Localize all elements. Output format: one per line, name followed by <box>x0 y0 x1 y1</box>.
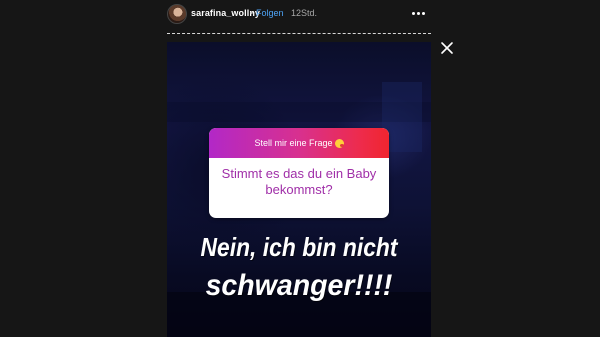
question-sticker[interactable]: Stell mir eine Frage Stimmt es das du ei… <box>209 128 389 218</box>
close-icon[interactable] <box>439 40 455 56</box>
avatar[interactable] <box>167 4 187 24</box>
caption-line-2: schwanger!!!! <box>205 269 393 302</box>
kissing-face-emoji-icon <box>334 138 344 148</box>
question-sticker-header: Stell mir eine Frage <box>209 128 389 158</box>
follow-button[interactable]: Folgen <box>256 8 284 18</box>
separator-dot: • <box>250 8 254 18</box>
timestamp: 12Std. <box>291 8 318 18</box>
question-text: Stimmt es das du ein Baby bekommst? <box>221 166 377 197</box>
caption-line-1: Nein, ich bin nicht <box>200 232 398 262</box>
story-header: sarafina_wollny • Folgen 12Std. <box>0 0 600 30</box>
progress-divider <box>167 33 431 34</box>
question-prompt: Stell mir eine Frage <box>254 138 333 148</box>
more-options-icon[interactable] <box>410 5 426 21</box>
story-media[interactable]: Stell mir eine Frage Stimmt es das du ei… <box>167 42 431 337</box>
story-caption: Nein, ich bin nicht schwanger!!!! <box>167 230 431 308</box>
